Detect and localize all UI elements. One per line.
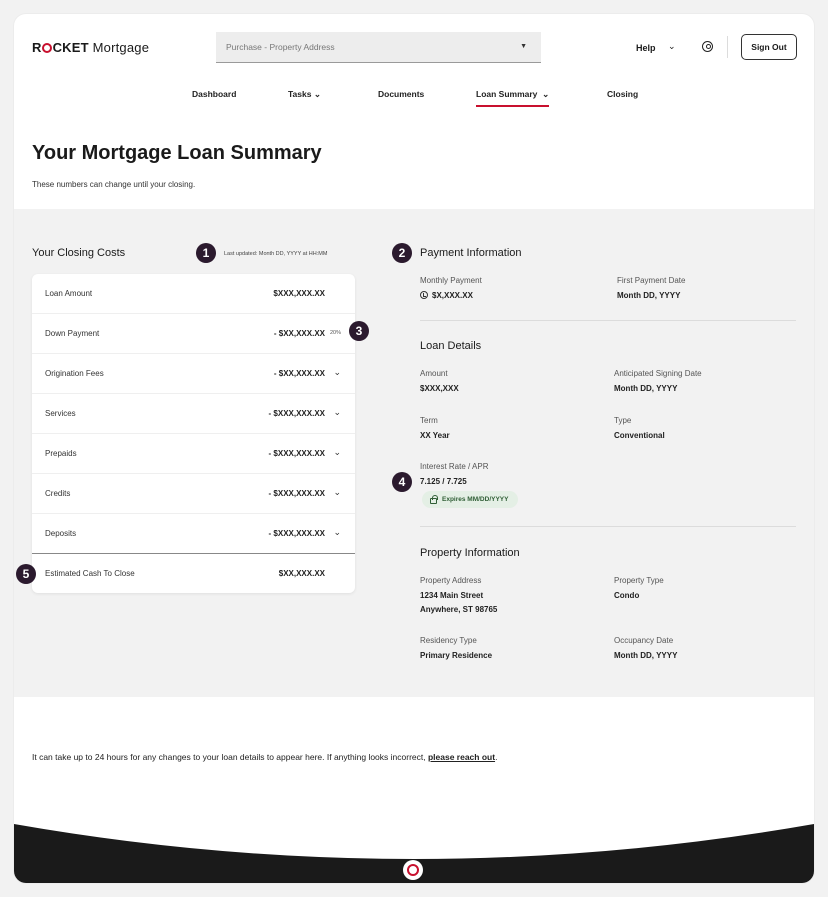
occupancy-date-value: Month DD, YYYY (614, 651, 678, 660)
cost-row-services[interactable]: Services - $XXX,XXX.XX ⌄ (32, 394, 355, 434)
interest-rate-value: 7.125 / 7.725 (420, 477, 467, 486)
loan-amount-label: Amount (420, 369, 448, 378)
monthly-payment-value: $X,XXX.XX (420, 291, 473, 300)
signing-date-value: Month DD, YYYY (614, 384, 678, 393)
nav-tasks[interactable]: Tasks ⌄ (288, 89, 321, 100)
section-divider (420, 526, 796, 527)
chevron-down-icon[interactable]: ⌄ (333, 527, 341, 538)
lock-icon (430, 495, 438, 504)
cost-row-prepaids[interactable]: Prepaids - $XXX,XXX.XX ⌄ (32, 434, 355, 474)
last-updated-text: Last updated: Month DD, YYYY at HH:MM (224, 251, 328, 257)
property-type-value: Condo (614, 591, 640, 600)
property-address-line2: Anywhere, ST 98765 (420, 605, 498, 614)
cost-row-down-payment: Down Payment - $XX,XXX.XX 20% (32, 314, 355, 354)
residency-type-label: Residency Type (420, 636, 477, 645)
user-account-icon[interactable] (702, 41, 713, 52)
loan-details-heading: Loan Details (420, 340, 482, 352)
loan-type-label: Type (614, 416, 632, 425)
monthly-payment-label: Monthly Payment (420, 276, 482, 285)
callout-badge-1: 1 (196, 243, 216, 263)
callout-badge-2: 2 (392, 243, 412, 263)
cost-row-estimated-cash-to-close: Estimated Cash To Close $XX,XXX.XX (32, 553, 355, 593)
occupancy-date-label: Occupancy Date (614, 636, 674, 645)
chevron-down-icon[interactable]: ⌄ (333, 447, 341, 458)
footer-note: It can take up to 24 hours for any chang… (32, 752, 498, 762)
property-type-label: Property Type (614, 576, 664, 585)
nav-dashboard[interactable]: Dashboard (192, 89, 236, 99)
sign-out-button[interactable]: Sign Out (741, 34, 797, 60)
chevron-down-icon[interactable]: ⌄ (333, 407, 341, 418)
property-info-heading: Property Information (420, 547, 520, 559)
cost-row-credits[interactable]: Credits - $XXX,XXX.XX ⌄ (32, 474, 355, 514)
caret-down-icon: ▼ (520, 43, 527, 50)
property-address-select[interactable]: Purchase - Property Address ▼ (216, 32, 541, 63)
loan-type-value: Conventional (614, 431, 665, 440)
chevron-down-icon: ⌄ (542, 89, 550, 99)
callout-badge-5: 5 (16, 564, 36, 584)
payment-info-heading: Payment Information (420, 247, 522, 259)
rate-lock-expiry-badge: Expires MM/DD/YYYY (422, 491, 519, 508)
rocket-logo-icon[interactable] (403, 860, 423, 880)
section-divider (420, 320, 796, 321)
cost-row-deposits[interactable]: Deposits - $XXX,XXX.XX ⌄ (32, 514, 355, 554)
closing-costs-card: Loan Amount $XXX,XXX.XX Down Payment - $… (32, 274, 355, 593)
clock-icon (420, 291, 428, 299)
cost-row-loan-amount: Loan Amount $XXX,XXX.XX (32, 274, 355, 314)
contact-link[interactable]: please reach out (428, 752, 495, 762)
nav-closing[interactable]: Closing (607, 89, 638, 99)
property-address-line1: 1234 Main Street (420, 591, 484, 600)
app-frame: R CKET Mortgage Purchase - Property Addre… (14, 14, 814, 883)
first-payment-date-label: First Payment Date (617, 276, 686, 285)
cost-row-origination-fees[interactable]: Origination Fees - $XX,XXX.XX ⌄ (32, 354, 355, 394)
property-address-value: Purchase - Property Address (226, 42, 335, 52)
logo-o-icon (42, 43, 53, 53)
down-payment-percent: 20% (329, 330, 341, 336)
chevron-down-icon: ⌄ (313, 89, 321, 99)
first-payment-date-value: Month DD, YYYY (617, 291, 681, 300)
property-address-label: Property Address (420, 576, 482, 585)
loan-amount-value: $XXX,XXX (420, 384, 459, 393)
callout-badge-4: 4 (392, 472, 412, 492)
header-divider (727, 36, 728, 58)
page-subtitle: These numbers can change until your clos… (32, 180, 196, 189)
callout-badge-3: 3 (349, 321, 369, 341)
nav-documents[interactable]: Documents (378, 89, 424, 99)
chevron-down-icon[interactable]: ⌄ (668, 41, 676, 52)
term-label: Term (420, 416, 438, 425)
signing-date-label: Anticipated Signing Date (614, 369, 702, 378)
rocket-mortgage-logo[interactable]: R CKET Mortgage (32, 40, 149, 55)
help-menu-button[interactable]: Help (636, 43, 656, 53)
closing-costs-heading: Your Closing Costs (32, 247, 126, 259)
nav-loan-summary[interactable]: Loan Summary ⌄ (476, 89, 550, 107)
term-value: XX Year (420, 431, 450, 440)
page-title: Your Mortgage Loan Summary (32, 142, 322, 164)
chevron-down-icon[interactable]: ⌄ (333, 487, 341, 498)
residency-type-value: Primary Residence (420, 651, 493, 660)
chevron-down-icon[interactable]: ⌄ (333, 367, 341, 378)
interest-rate-label: Interest Rate / APR (420, 462, 489, 471)
